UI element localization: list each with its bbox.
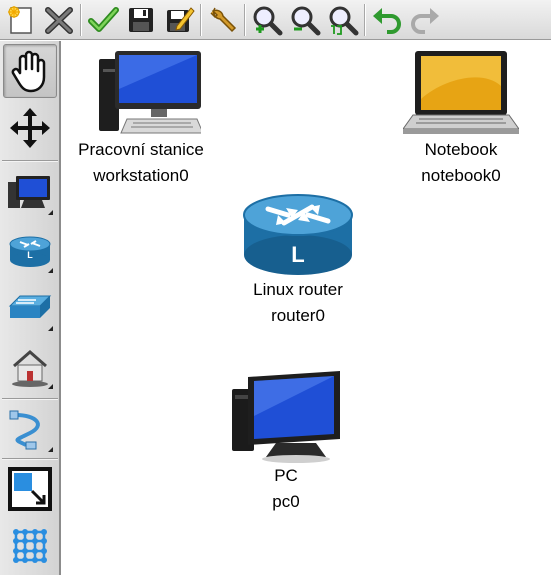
zoom-in-icon bbox=[253, 6, 283, 35]
tool-palette: L bbox=[0, 41, 61, 575]
node-name-label: workstation0 bbox=[93, 166, 189, 185]
computer-palette-icon bbox=[8, 176, 50, 208]
main-toolbar bbox=[0, 0, 551, 40]
delete-x-icon bbox=[45, 6, 73, 34]
grid-icon bbox=[13, 529, 47, 563]
palette-separator bbox=[2, 458, 58, 460]
home-network-icon bbox=[12, 350, 48, 387]
cable-icon bbox=[9, 410, 40, 450]
save-button[interactable] bbox=[122, 2, 160, 38]
undo-icon bbox=[373, 7, 401, 34]
node-name-label: notebook0 bbox=[421, 166, 501, 185]
node-type-label: PC bbox=[274, 466, 298, 485]
zoom-reset-button[interactable] bbox=[324, 2, 362, 38]
switch-palette-icon bbox=[8, 295, 52, 318]
grid-tool-button[interactable] bbox=[3, 519, 57, 573]
svg-text:L: L bbox=[291, 242, 304, 267]
node-name-label: pc0 bbox=[272, 492, 300, 511]
router-node[interactable]: L Linux router router0 bbox=[218, 191, 378, 329]
router-palette-icon: L bbox=[9, 236, 51, 267]
settings-button[interactable] bbox=[204, 2, 242, 38]
zoom-out-button[interactable] bbox=[286, 2, 324, 38]
zoom-in-button[interactable] bbox=[248, 2, 286, 38]
palette-separator bbox=[2, 398, 58, 400]
save-as-icon bbox=[167, 6, 195, 32]
workstation-icon bbox=[99, 51, 201, 134]
hand-icon bbox=[11, 50, 46, 93]
new-file-icon bbox=[8, 5, 32, 34]
notebook-node[interactable]: Notebook notebook0 bbox=[395, 49, 527, 189]
submenu-marker bbox=[48, 447, 53, 452]
node-name-label: router0 bbox=[271, 306, 325, 325]
palette-separator bbox=[2, 160, 58, 162]
workstation-node[interactable]: Pracovní stanice workstation0 bbox=[63, 49, 219, 189]
node-type-label: Pracovní stanice bbox=[78, 140, 204, 159]
submenu-marker bbox=[48, 210, 53, 215]
submenu-marker bbox=[48, 384, 53, 389]
add-computer-button[interactable] bbox=[3, 165, 57, 219]
delete-button[interactable] bbox=[40, 2, 78, 38]
pc-icon bbox=[232, 371, 340, 463]
toolbar-separator bbox=[200, 3, 202, 36]
save-icon bbox=[129, 7, 153, 32]
node-type-label: Notebook bbox=[424, 140, 498, 159]
add-home-network-button[interactable] bbox=[3, 339, 57, 393]
redo-icon bbox=[411, 7, 439, 34]
toolbar-separator bbox=[80, 3, 82, 36]
save-as-button[interactable] bbox=[160, 2, 198, 38]
hand-tool-button[interactable] bbox=[3, 44, 57, 98]
add-router-button[interactable]: L bbox=[3, 223, 57, 277]
zoom-out-icon bbox=[291, 6, 321, 35]
zoom-reset-icon bbox=[329, 6, 359, 35]
toolbar-separator bbox=[244, 3, 246, 36]
wrench-icon bbox=[210, 7, 237, 32]
redo-button[interactable] bbox=[406, 2, 444, 38]
node-type-label: Linux router bbox=[253, 280, 343, 299]
resize-icon bbox=[8, 467, 52, 511]
move-tool-button[interactable] bbox=[3, 101, 57, 155]
network-canvas[interactable]: Pracovní stanice workstation0 Notebook n… bbox=[63, 41, 551, 575]
resize-tool-button[interactable] bbox=[3, 462, 57, 516]
new-file-button[interactable] bbox=[2, 2, 40, 38]
validate-button[interactable] bbox=[84, 2, 122, 38]
check-icon bbox=[88, 6, 119, 32]
add-cable-button[interactable] bbox=[3, 402, 57, 456]
svg-text:L: L bbox=[27, 250, 33, 260]
pc-node[interactable]: PC pc0 bbox=[226, 371, 346, 515]
add-switch-button[interactable] bbox=[3, 281, 57, 335]
submenu-marker bbox=[48, 326, 53, 331]
submenu-marker bbox=[48, 268, 53, 273]
notebook-icon bbox=[403, 51, 519, 134]
toolbar-separator bbox=[364, 3, 366, 36]
undo-button[interactable] bbox=[368, 2, 406, 38]
move-arrows-icon bbox=[10, 108, 50, 148]
router-icon: L bbox=[243, 194, 353, 275]
